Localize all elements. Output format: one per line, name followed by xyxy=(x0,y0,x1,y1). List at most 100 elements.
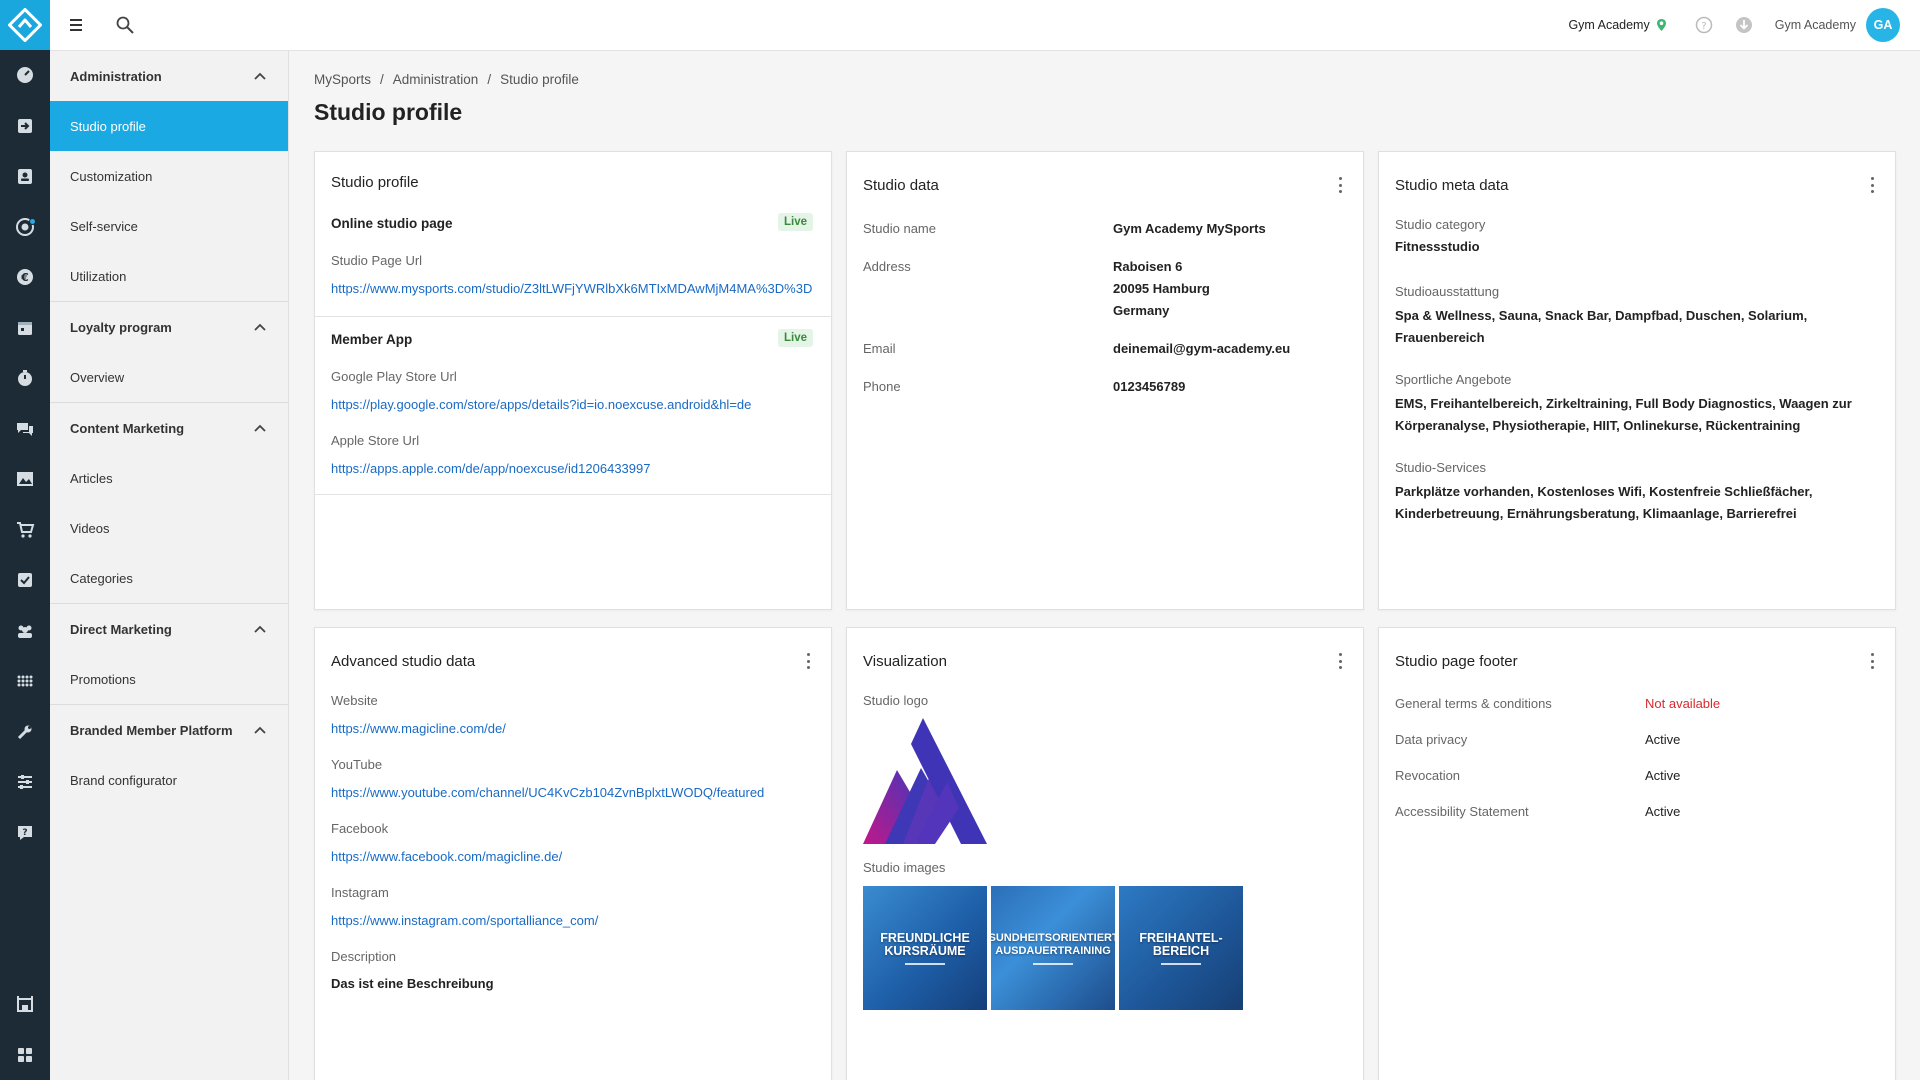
rail-finance[interactable]: € xyxy=(0,252,50,303)
sidebar-group-direct-marketing[interactable]: Direct Marketing xyxy=(50,604,288,654)
sidebar-item-customization[interactable]: Customization xyxy=(50,151,288,201)
rail-help[interactable]: ? xyxy=(0,808,50,859)
sidebar-group-loyalty[interactable]: Loyalty program xyxy=(50,302,288,352)
sidebar-item-utilization[interactable]: Utilization xyxy=(50,251,288,301)
rail-apps[interactable] xyxy=(0,656,50,707)
section-divider xyxy=(315,316,831,317)
rail-calendar[interactable] xyxy=(0,303,50,354)
rail-settings[interactable] xyxy=(0,757,50,808)
card-title: Studio data xyxy=(863,177,939,194)
card-title: Studio page footer xyxy=(1395,653,1518,670)
apple-store-link[interactable]: https://apps.apple.com/de/app/noexcuse/i… xyxy=(331,461,650,476)
user-name[interactable]: Gym Academy xyxy=(1775,18,1856,32)
help-button[interactable]: ? xyxy=(1695,16,1713,34)
download-button[interactable] xyxy=(1735,16,1753,34)
sidebar-item-overview[interactable]: Overview xyxy=(50,352,288,402)
card-title: Visualization xyxy=(863,653,947,670)
rail-media[interactable] xyxy=(0,454,50,505)
help-chat-icon: ? xyxy=(18,825,32,840)
google-play-label: Google Play Store Url xyxy=(331,369,457,384)
advanced-studio-data-card: Advanced studio data Website https://www… xyxy=(314,627,832,1080)
google-play-link[interactable]: https://play.google.com/store/apps/detai… xyxy=(331,397,751,412)
calendar-icon xyxy=(18,321,32,335)
facebook-link[interactable]: https://www.facebook.com/magicline.de/ xyxy=(331,849,562,864)
phone-value: 0123456789 xyxy=(1113,379,1186,394)
help-icon: ? xyxy=(1695,16,1712,34)
rail-shop[interactable] xyxy=(0,505,50,556)
breadcrumb-mysports[interactable]: MySports xyxy=(314,72,371,87)
more-options-button[interactable] xyxy=(1339,653,1343,669)
studio-page-url-label: Studio Page Url xyxy=(331,253,423,268)
search-button[interactable] xyxy=(113,13,137,37)
sidebar-group-label: Content Marketing xyxy=(70,420,185,436)
more-options-button[interactable] xyxy=(1339,177,1343,193)
studio-image-thumbnail[interactable]: GESUNDHEITSORIENTIERTESAUSDAUERTRAINING xyxy=(991,886,1115,1010)
rail-tools[interactable] xyxy=(0,707,50,758)
visualization-card: Visualization Studio logo Studio images … xyxy=(846,627,1364,1080)
rail-timer[interactable] xyxy=(0,353,50,404)
footer-row-status: Not available xyxy=(1645,696,1721,711)
instagram-link[interactable]: https://www.instagram.com/sportalliance_… xyxy=(331,913,598,928)
rail-members[interactable] xyxy=(0,151,50,202)
address-label: Address xyxy=(863,259,911,274)
services-label: Studio-Services xyxy=(1395,460,1487,475)
studio-logo-image[interactable] xyxy=(863,718,987,844)
breadcrumb-separator: / xyxy=(487,72,492,87)
sliders-icon xyxy=(18,775,32,790)
sidebar-group-label: Branded Member Platform xyxy=(70,722,233,738)
breadcrumb-separator: / xyxy=(380,72,384,87)
more-options-button[interactable] xyxy=(807,653,811,669)
avatar[interactable]: GA xyxy=(1866,8,1900,42)
description-value: Das ist eine Beschreibung xyxy=(331,976,494,991)
studio-image-thumbnail[interactable]: FREIHANTEL- BEREICH xyxy=(1119,886,1243,1010)
location-pin-icon xyxy=(1656,19,1666,31)
status-badge: Live xyxy=(777,329,813,347)
more-options-button[interactable] xyxy=(1871,653,1875,669)
sidebar-item-self-service[interactable]: Self-service xyxy=(50,201,288,251)
sidebar-item-articles[interactable]: Articles xyxy=(50,453,288,503)
rail-dashboard-grid[interactable] xyxy=(0,1030,50,1080)
rail-goals[interactable] xyxy=(0,202,50,253)
studio-selector-label: Gym Academy xyxy=(1568,18,1650,32)
card-title: Studio profile xyxy=(331,174,419,191)
sidebar-group-label: Administration xyxy=(70,68,162,84)
rail-dashboard[interactable] xyxy=(0,50,50,101)
studio-images-label: Studio images xyxy=(863,860,946,875)
address-line-2: 20095 Hamburg xyxy=(1113,281,1210,296)
website-link[interactable]: https://www.magicline.com/de/ xyxy=(331,721,506,736)
checkbox-icon xyxy=(18,573,32,588)
studio-selector[interactable]: Gym Academy xyxy=(1568,18,1666,32)
app-logo[interactable] xyxy=(0,0,50,50)
sidebar-item-brand-configurator[interactable]: Brand configurator xyxy=(50,755,288,805)
member-app-title: Member App xyxy=(331,332,413,347)
more-options-button[interactable] xyxy=(1871,177,1875,193)
sidebar-group-content-marketing[interactable]: Content Marketing xyxy=(50,403,288,453)
sidebar-group-administration[interactable]: Administration xyxy=(50,51,288,101)
rail-checkin[interactable] xyxy=(0,101,50,152)
studio-page-url-link[interactable]: https://www.mysports.com/studio/Z3ltLWFj… xyxy=(331,281,812,296)
instagram-label: Instagram xyxy=(331,885,389,900)
sidebar-item-categories[interactable]: Categories xyxy=(50,553,288,603)
studio-name-value: Gym Academy MySports xyxy=(1113,221,1266,236)
menu-button[interactable] xyxy=(65,13,89,37)
youtube-label: YouTube xyxy=(331,757,383,772)
rail-messages[interactable] xyxy=(0,404,50,455)
sidebar-item-studio-profile[interactable]: Studio profile xyxy=(50,101,288,151)
youtube-link[interactable]: https://www.youtube.com/channel/UC4KvCzb… xyxy=(331,785,764,800)
address-line-3: Germany xyxy=(1113,303,1170,318)
rail-store[interactable] xyxy=(0,979,50,1030)
svg-text:€: € xyxy=(20,271,29,284)
euro-icon: € xyxy=(17,269,33,286)
phone-label: Phone xyxy=(863,379,901,394)
category-value: Fitnessstudio xyxy=(1395,239,1480,254)
rail-tasks[interactable] xyxy=(0,555,50,606)
sidebar-item-videos[interactable]: Videos xyxy=(50,503,288,553)
footer-row-label: General terms & conditions xyxy=(1395,696,1552,711)
studio-image-thumbnail[interactable]: FREUNDLICHE KURSRÄUME xyxy=(863,886,987,1010)
breadcrumb-administration[interactable]: Administration xyxy=(393,72,479,87)
sports-line-2: Körperanalyse, Physiotherapie, HIIT, Onl… xyxy=(1395,418,1801,433)
sidebar-group-branded-member-platform[interactable]: Branded Member Platform xyxy=(50,705,288,755)
sidebar-item-promotions[interactable]: Promotions xyxy=(50,654,288,704)
rail-groups[interactable] xyxy=(0,606,50,657)
sports-label: Sportliche Angebote xyxy=(1395,372,1512,387)
